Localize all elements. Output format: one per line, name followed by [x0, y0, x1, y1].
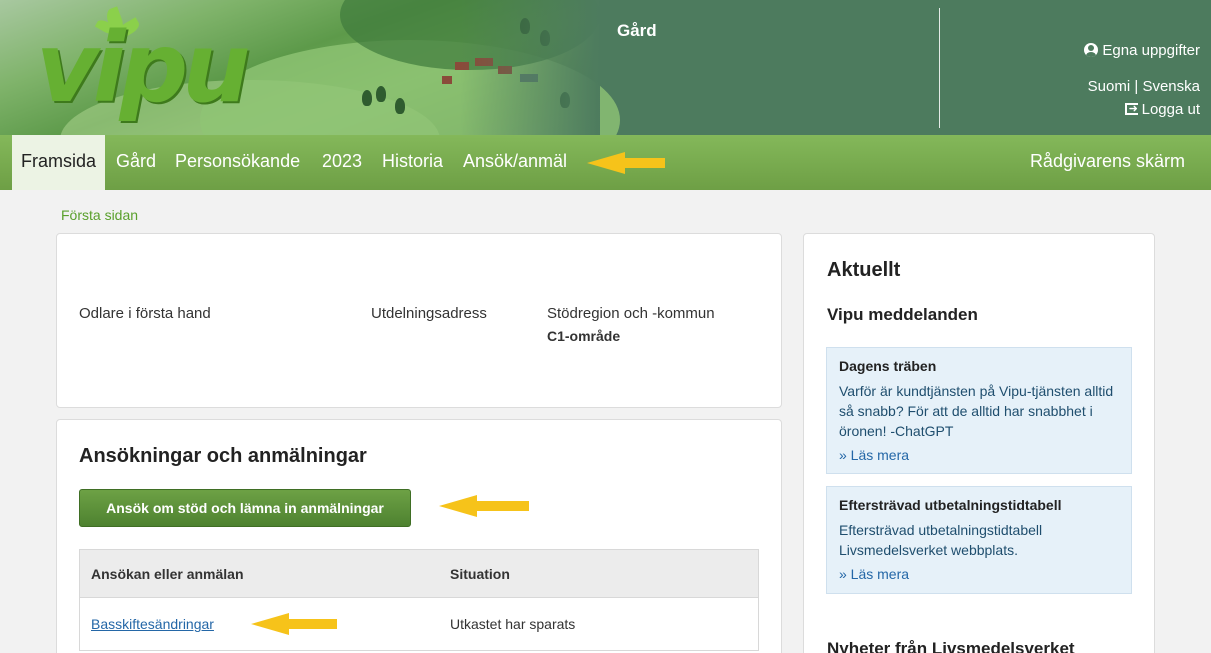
apply-button[interactable]: Ansök om stöd och lämna in anmälningar	[79, 489, 411, 527]
grower-label: Odlare i första hand	[79, 305, 211, 322]
notice-card: Dagens träben Varför är kundtjänsten på …	[826, 347, 1132, 474]
address-label: Utdelningsadress	[371, 305, 487, 322]
table-row: Basskiftesändringar Utkastet har sparats	[80, 598, 758, 650]
nav-item-framsida[interactable]: Framsida	[12, 135, 106, 190]
applications-table: Ansökan eller anmälan Situation Basskift…	[79, 549, 759, 651]
column-header-status: Situation	[450, 566, 510, 582]
notice-body: Varför är kundtjänsten på Vipu-tjänsten …	[839, 383, 1114, 439]
notice-title: Dagens träben	[839, 358, 937, 374]
vipu-logo[interactable]: vipu	[36, 6, 251, 131]
own-info-link[interactable]: Egna uppgifter	[1084, 42, 1200, 59]
annotation-arrow-nav	[587, 152, 665, 174]
notice-card: Eftersträvad utbetalningstidtabell Efter…	[826, 486, 1132, 594]
annotation-arrow-apply	[439, 495, 529, 517]
nav-item-ansok[interactable]: Ansök/anmäl	[454, 135, 576, 190]
nav-item-personsokande[interactable]: Personsökande	[166, 135, 309, 190]
lang-separator: |	[1134, 78, 1139, 95]
notice-title: Eftersträvad utbetalningstidtabell	[839, 497, 1062, 513]
site-header: vipu Gård Egna uppgifter Suomi | Svenska…	[0, 0, 1211, 135]
notice-body: Eftersträvad utbetalningstidtabell Livsm…	[839, 522, 1043, 558]
user-icon	[1084, 43, 1099, 57]
news-subtitle-livsmedelsverket: Nyheter från Livsmedelsverket	[827, 639, 1075, 653]
read-more-link[interactable]: » Läs mera	[839, 447, 909, 463]
logout-link[interactable]: Logga ut	[1124, 99, 1200, 119]
farm-info-card: Odlare i första hand Utdelningsadress St…	[56, 233, 782, 408]
region-label: Stödregion och -kommun	[547, 305, 715, 322]
annotation-arrow-link	[251, 613, 337, 635]
read-more-link[interactable]: » Läs mera	[839, 566, 909, 582]
user-links: Egna uppgifter Suomi | Svenska Logga ut	[1084, 41, 1200, 120]
application-link[interactable]: Basskiftesändringar	[91, 616, 214, 632]
news-card: Aktuellt Vipu meddelanden Dagens träben …	[803, 233, 1155, 653]
breadcrumb[interactable]: Första sidan	[61, 207, 138, 223]
logout-icon	[1124, 99, 1138, 119]
lang-sv-link[interactable]: Svenska	[1142, 78, 1200, 95]
nav-item-gard[interactable]: Gård	[107, 135, 165, 190]
header-divider	[939, 8, 940, 128]
news-title: Aktuellt	[827, 259, 901, 281]
applications-card: Ansökningar och anmälningar Ansök om stö…	[56, 419, 782, 653]
news-subtitle: Vipu meddelanden	[827, 305, 978, 324]
region-value: C1-område	[547, 328, 621, 344]
lang-fi-link[interactable]: Suomi	[1088, 78, 1131, 95]
applications-title: Ansökningar och anmälningar	[79, 445, 367, 467]
advisor-screen-link[interactable]: Rådgivarens skärm	[1030, 135, 1185, 188]
application-status: Utkastet har sparats	[450, 616, 576, 632]
table-header: Ansökan eller anmälan Situation	[80, 550, 758, 598]
nav-item-2023[interactable]: 2023	[313, 135, 371, 190]
own-info-label: Egna uppgifter	[1102, 42, 1200, 59]
nav-item-historia[interactable]: Historia	[373, 135, 452, 190]
logout-label: Logga ut	[1141, 101, 1200, 118]
main-nav: Framsida Gård Personsökande 2023 Histori…	[0, 135, 1211, 190]
page-title: Gård	[617, 21, 657, 40]
column-header-application: Ansökan eller anmälan	[91, 566, 244, 582]
